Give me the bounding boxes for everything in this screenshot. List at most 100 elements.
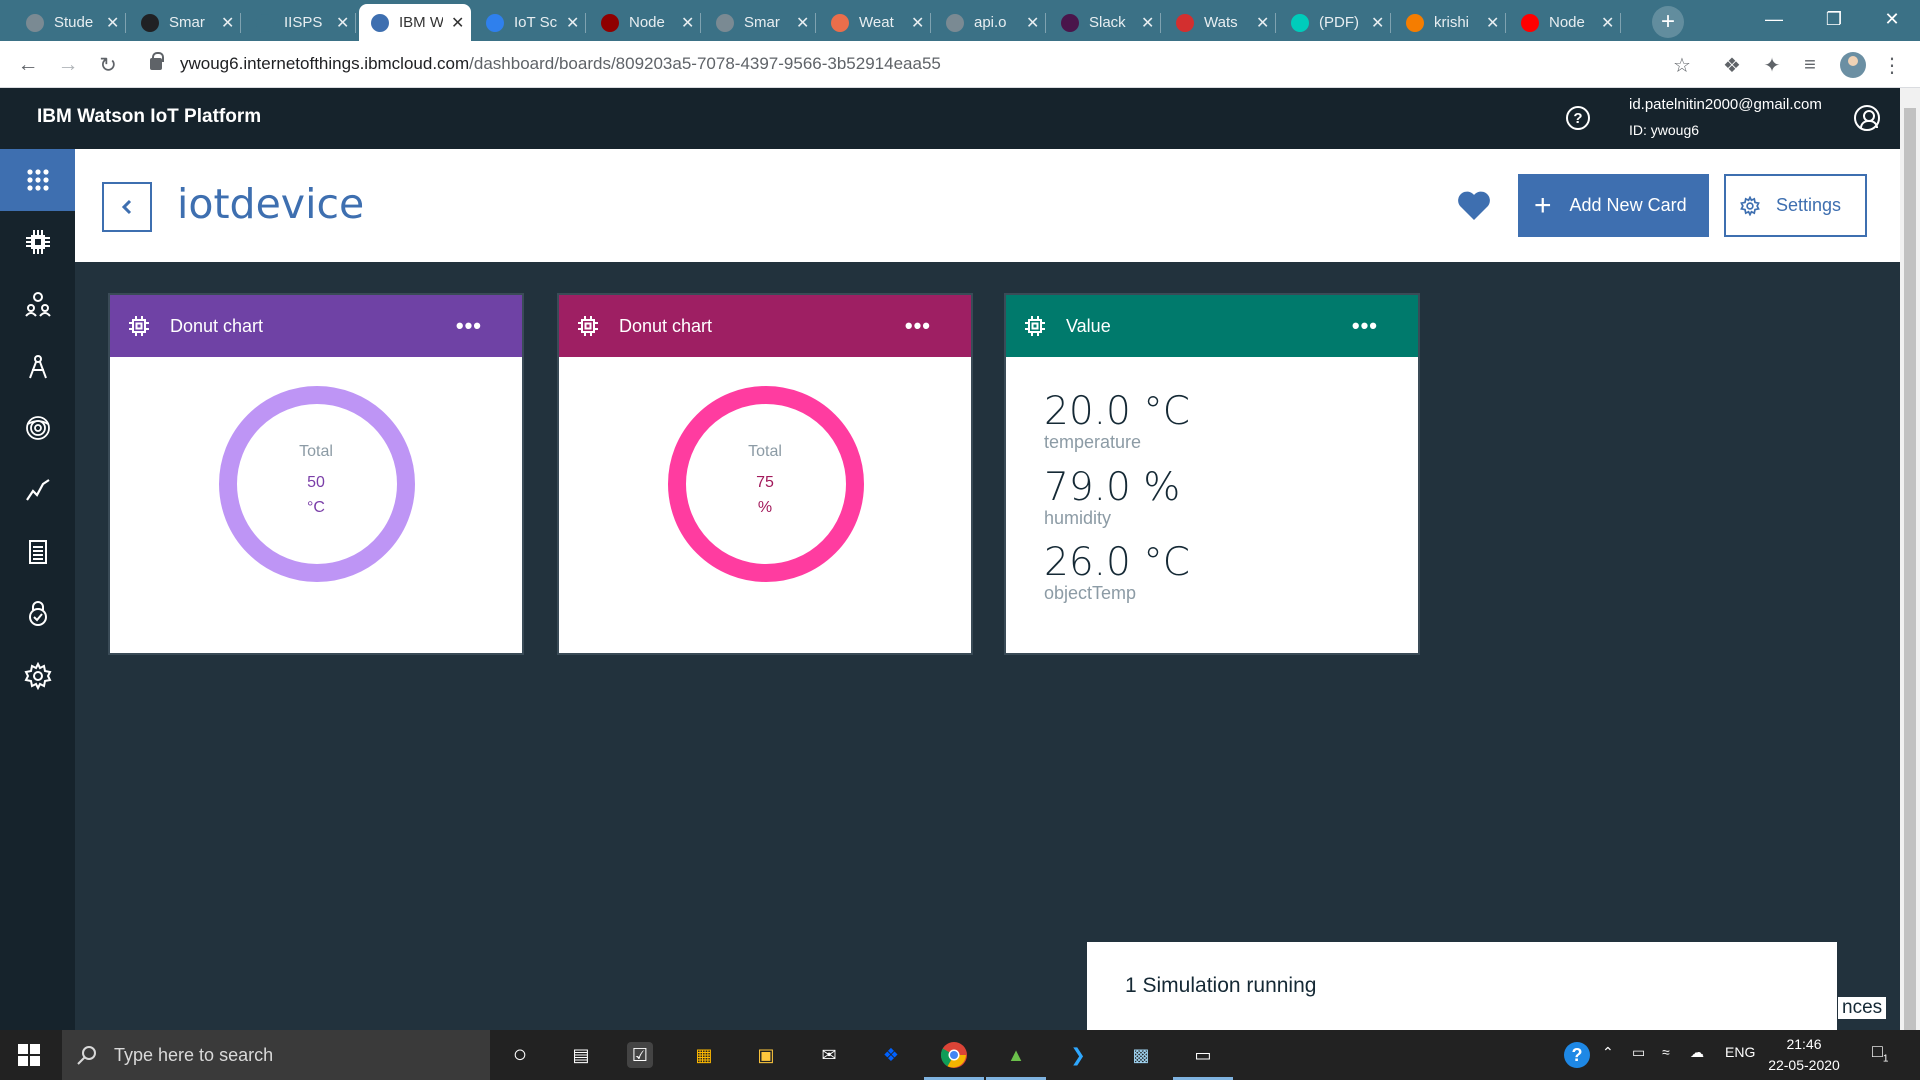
- tab-close-icon[interactable]: ✕: [681, 13, 694, 33]
- taskbar-search-box[interactable]: Type here to search: [62, 1030, 490, 1080]
- logs-icon[interactable]: [0, 521, 75, 583]
- browser-tab[interactable]: IBM W ✕: [359, 4, 471, 41]
- tab-favicon-icon: [831, 13, 849, 32]
- apps-icon[interactable]: [0, 335, 75, 397]
- browser-tab[interactable]: IoT Sc ✕: [474, 4, 586, 41]
- rules-icon[interactable]: [0, 397, 75, 459]
- boards-icon[interactable]: [0, 149, 75, 211]
- onedrive-cloud-icon[interactable]: ☁: [1690, 1044, 1704, 1061]
- favorite-heart-icon[interactable]: [1454, 185, 1494, 225]
- language-indicator[interactable]: ENG: [1725, 1044, 1755, 1060]
- simulation-panel[interactable]: 1 Simulation running: [1087, 942, 1837, 1030]
- board-settings-button[interactable]: Settings: [1724, 174, 1867, 237]
- members-icon[interactable]: [0, 273, 75, 335]
- browser-tab[interactable]: Smar ✕: [704, 4, 816, 41]
- terminal-icon[interactable]: ▭: [1187, 1039, 1219, 1071]
- tab-close-icon[interactable]: ✕: [566, 13, 579, 33]
- user-account-icon[interactable]: [1854, 105, 1880, 131]
- security-icon[interactable]: [0, 583, 75, 645]
- extensions-puzzle-icon[interactable]: ✦: [1760, 53, 1784, 77]
- url-field[interactable]: ywoug6.internetofthings.ibmcloud.com/das…: [136, 46, 1696, 82]
- notification-center-icon[interactable]: □1: [1872, 1041, 1888, 1065]
- windows-start-icon[interactable]: [18, 1044, 40, 1066]
- add-new-card-button[interactable]: + Add New Card: [1518, 174, 1709, 237]
- tab-separator: [1275, 13, 1276, 33]
- media-queue-icon[interactable]: ≡: [1798, 53, 1822, 77]
- browser-tab[interactable]: Wats ✕: [1164, 4, 1276, 41]
- cortana-icon[interactable]: ○: [504, 1039, 536, 1071]
- tab-close-icon[interactable]: ✕: [1371, 13, 1384, 33]
- tab-close-icon[interactable]: ✕: [1256, 13, 1269, 33]
- tab-close-icon[interactable]: ✕: [1601, 13, 1614, 33]
- scrollbar-thumb[interactable]: [1904, 108, 1916, 1048]
- tab-favicon-icon: [141, 13, 159, 32]
- board-back-button[interactable]: [102, 182, 152, 232]
- taskbar-clock[interactable]: 21:46 22-05-2020: [1764, 1034, 1844, 1076]
- store-icon[interactable]: ▦: [688, 1039, 720, 1071]
- browser-tab[interactable]: Weat ✕: [819, 4, 931, 41]
- tab-close-icon[interactable]: ✕: [221, 13, 234, 33]
- new-tab-button[interactable]: +: [1652, 6, 1684, 38]
- card-title: Value: [1066, 315, 1111, 336]
- tab-close-icon[interactable]: ✕: [911, 13, 924, 33]
- browser-tab[interactable]: IISPS ✕: [244, 4, 356, 41]
- notes-app-icon[interactable]: ▩: [1125, 1039, 1157, 1071]
- tab-close-icon[interactable]: ✕: [1141, 13, 1154, 33]
- file-explorer-icon[interactable]: ▣: [750, 1039, 782, 1071]
- vscode-icon[interactable]: ❯: [1062, 1039, 1094, 1071]
- card-overflow-menu-icon[interactable]: •••: [456, 313, 482, 339]
- forward-arrow-icon[interactable]: →: [54, 51, 82, 79]
- donut-value: 50: [307, 474, 325, 491]
- extension-bug-icon[interactable]: ❖: [1720, 53, 1744, 77]
- back-arrow-icon[interactable]: ←: [14, 51, 42, 79]
- url-host: ywoug6.internetofthings.ibmcloud.com: [180, 54, 470, 73]
- tab-close-icon[interactable]: ✕: [1486, 13, 1499, 33]
- android-studio-icon[interactable]: ▲: [1000, 1039, 1032, 1071]
- browser-tab[interactable]: Node ✕: [1509, 4, 1621, 41]
- wifi-icon[interactable]: ≈: [1662, 1044, 1670, 1060]
- analytics-icon[interactable]: [0, 459, 75, 521]
- bookmark-star-icon[interactable]: ☆: [1670, 53, 1694, 77]
- card-overflow-menu-icon[interactable]: •••: [1352, 313, 1378, 339]
- add-new-card-label: Add New Card: [1569, 195, 1687, 215]
- browser-tab[interactable]: api.o ✕: [934, 4, 1046, 41]
- tab-close-icon[interactable]: ✕: [1026, 13, 1039, 33]
- card-overflow-menu-icon[interactable]: •••: [905, 313, 931, 339]
- donut-card-temperature: Donut chart ••• Total 50 °C: [108, 293, 524, 655]
- page-scrollbar[interactable]: [1900, 88, 1920, 1048]
- browser-tab[interactable]: Node ✕: [589, 4, 701, 41]
- security-app-icon[interactable]: ☑: [627, 1042, 653, 1068]
- browser-tab[interactable]: Smar ✕: [129, 4, 241, 41]
- minimize-icon[interactable]: —: [1744, 4, 1804, 34]
- simulation-status: 1 Simulation running: [1125, 974, 1317, 997]
- value-number: 26.0 °C: [1044, 540, 1190, 585]
- browser-tab[interactable]: Slack ✕: [1049, 4, 1161, 41]
- tab-close-icon[interactable]: ✕: [106, 13, 119, 33]
- tab-close-icon[interactable]: ✕: [796, 13, 809, 33]
- card-body: Total 50 °C: [110, 357, 522, 653]
- restore-icon[interactable]: ❐: [1804, 4, 1864, 34]
- card-header: Donut chart •••: [559, 295, 971, 357]
- help-icon[interactable]: ?: [1566, 106, 1590, 130]
- browser-tab-strip: Stude ✕ Smar ✕ IISPS ✕ IBM W ✕ IoT Sc ✕ Node ✕ Smar ✕…: [0, 0, 1920, 41]
- browser-tab[interactable]: (PDF) ✕: [1279, 4, 1391, 41]
- close-window-icon[interactable]: ✕: [1862, 4, 1920, 34]
- help-tray-icon[interactable]: ?: [1564, 1042, 1590, 1068]
- settings-icon[interactable]: [0, 645, 75, 707]
- profile-avatar[interactable]: [1840, 52, 1866, 78]
- tab-close-icon[interactable]: ✕: [451, 13, 464, 33]
- chrome-menu-icon[interactable]: ⋮: [1880, 53, 1904, 77]
- devices-icon[interactable]: [0, 211, 75, 273]
- battery-icon[interactable]: ▭: [1632, 1044, 1645, 1061]
- browser-tab[interactable]: Stude ✕: [14, 4, 126, 41]
- tab-close-icon[interactable]: ✕: [336, 13, 349, 33]
- dropbox-icon[interactable]: ❖: [875, 1039, 907, 1071]
- task-view-icon[interactable]: ▤: [565, 1039, 597, 1071]
- mail-icon[interactable]: ✉: [813, 1039, 845, 1071]
- tab-separator: [1620, 13, 1621, 33]
- reload-icon[interactable]: ↻: [94, 51, 122, 79]
- tab-separator: [1160, 13, 1161, 33]
- show-hidden-icons-icon[interactable]: ⌃: [1602, 1044, 1614, 1061]
- chrome-icon[interactable]: [938, 1039, 970, 1071]
- browser-tab[interactable]: krishi ✕: [1394, 4, 1506, 41]
